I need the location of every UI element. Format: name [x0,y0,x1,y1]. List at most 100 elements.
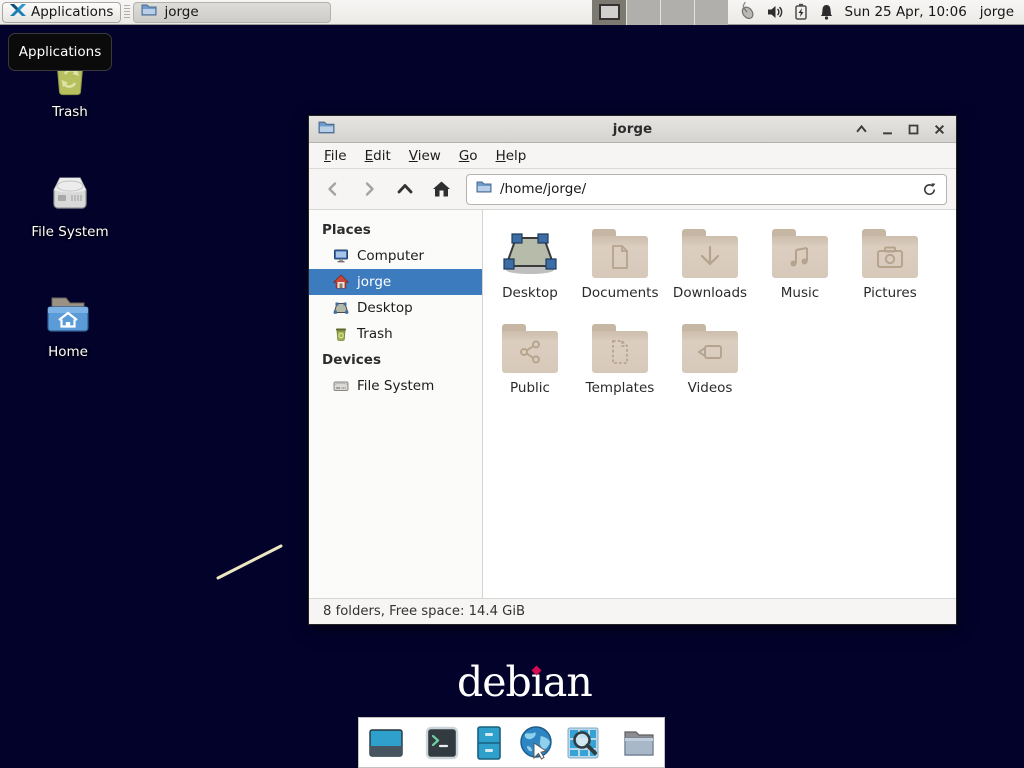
up-button[interactable] [390,174,420,204]
panel-user-menu[interactable]: jorge [980,4,1014,20]
workspace-4[interactable] [694,0,728,25]
folder-downloads[interactable]: Downloads [665,220,755,315]
volume-icon[interactable] [766,3,784,21]
window-controls [853,121,947,137]
forward-button[interactable] [354,174,384,204]
mouse-settings-icon[interactable] [737,2,757,22]
music-folder-icon [772,236,828,278]
reload-button[interactable] [922,182,937,197]
battery-icon[interactable] [793,3,809,21]
file-manager-window: jorge File Edit View Go Help [308,115,957,625]
taskbar-window-button[interactable]: jorge [133,2,331,23]
sidebar-item-jorge[interactable]: jorge [309,269,482,295]
stray-line-artifact [210,538,290,586]
panel-clock[interactable]: Sun 25 Apr, 10:06 [845,4,967,20]
folder-icon [141,2,157,22]
sidebar: Places Computer [309,210,483,598]
folder-templates[interactable]: Templates [575,315,665,410]
templates-folder-icon [592,331,648,373]
maximize-button[interactable] [905,121,921,137]
folder-videos[interactable]: Videos [665,315,755,410]
directory-folder-icon [620,724,658,762]
sidebar-item-desktop[interactable]: Desktop [309,295,482,321]
debian-wordmark: debıan [457,662,592,703]
globe-browser-icon [517,724,555,762]
file-manager-button[interactable] [470,724,508,762]
taskbar-window-label: jorge [164,4,198,20]
dock-panel [358,717,665,768]
notifications-bell-icon[interactable] [818,3,835,21]
location-path: /home/jorge/ [500,181,586,197]
videos-folder-icon [682,331,738,373]
terminal-button[interactable] [423,724,461,762]
computer-icon [333,248,349,264]
public-folder-icon [502,331,558,373]
xfce-logo-icon [10,2,26,22]
menu-view[interactable]: View [400,145,450,167]
workspace-switcher [592,0,728,25]
applications-menu-button[interactable]: Applications [2,2,121,23]
documents-folder-icon [592,236,648,278]
menu-file[interactable]: File [315,145,356,167]
desktop-icon-label: Home [20,344,116,360]
menu-go[interactable]: Go [450,145,487,167]
back-button[interactable] [318,174,348,204]
terminal-icon [423,724,461,762]
applications-menu-label: Applications [31,4,113,20]
desktop[interactable]: Applications jorge [0,0,1024,768]
drive-icon [46,170,94,218]
folder-pictures[interactable]: Pictures [845,220,935,315]
home-button[interactable] [426,174,456,204]
desktop-icon-label: Trash [22,104,118,120]
sidebar-item-computer[interactable]: Computer [309,243,482,269]
desktop-icon [333,300,349,316]
panel-drag-handle[interactable] [124,5,130,19]
folder-music[interactable]: Music [755,220,845,315]
web-browser-button[interactable] [517,724,555,762]
drive-icon [333,378,349,394]
desktop-icon-file-system[interactable]: File System [22,170,118,240]
file-cabinet-icon [470,724,508,762]
show-desktop-icon [367,724,405,762]
close-button[interactable] [931,121,947,137]
workspace-1[interactable] [592,0,626,25]
sidebar-item-file-system[interactable]: File System [309,373,482,399]
places-header: Places [309,217,482,243]
menu-edit[interactable]: Edit [356,145,400,167]
shade-button[interactable] [853,121,869,137]
show-desktop-button[interactable] [367,724,405,762]
devices-header: Devices [309,347,482,373]
folder-icon [476,179,492,199]
menu-help[interactable]: Help [487,145,536,167]
trash-icon [333,326,349,342]
location-bar[interactable]: /home/jorge/ [466,174,947,205]
toolbar: /home/jorge/ [309,169,956,210]
downloads-folder-icon [682,236,738,278]
folder-desktop[interactable]: Desktop [485,220,575,315]
folder-public[interactable]: Public [485,315,575,410]
statusbar-text: 8 folders, Free space: 14.4 GiB [323,604,525,619]
menubar: File Edit View Go Help [309,143,956,169]
desktop-icon-home[interactable]: Home [20,290,116,360]
application-finder-button[interactable] [564,724,602,762]
sidebar-item-trash[interactable]: Trash [309,321,482,347]
home-icon [333,274,349,290]
file-view[interactable]: Desktop Documents [483,210,956,598]
top-panel: Applications jorge [0,0,1024,25]
app-finder-icon [564,724,602,762]
applications-tooltip: Applications [8,33,112,71]
window-folder-icon [318,119,335,140]
minimize-button[interactable] [879,121,895,137]
folder-documents[interactable]: Documents [575,220,665,315]
icon-grid: Desktop Documents [485,220,956,410]
desktop-icon [502,220,558,278]
workspace-window-thumb [599,4,620,20]
window-titlebar[interactable]: jorge [309,116,956,143]
directory-menu-button[interactable] [620,724,658,762]
home-folder-icon [44,290,92,338]
pictures-folder-icon [862,236,918,278]
workspace-3[interactable] [660,0,694,25]
system-tray [737,2,835,22]
statusbar: 8 folders, Free space: 14.4 GiB [309,598,956,624]
workspace-2[interactable] [626,0,660,25]
